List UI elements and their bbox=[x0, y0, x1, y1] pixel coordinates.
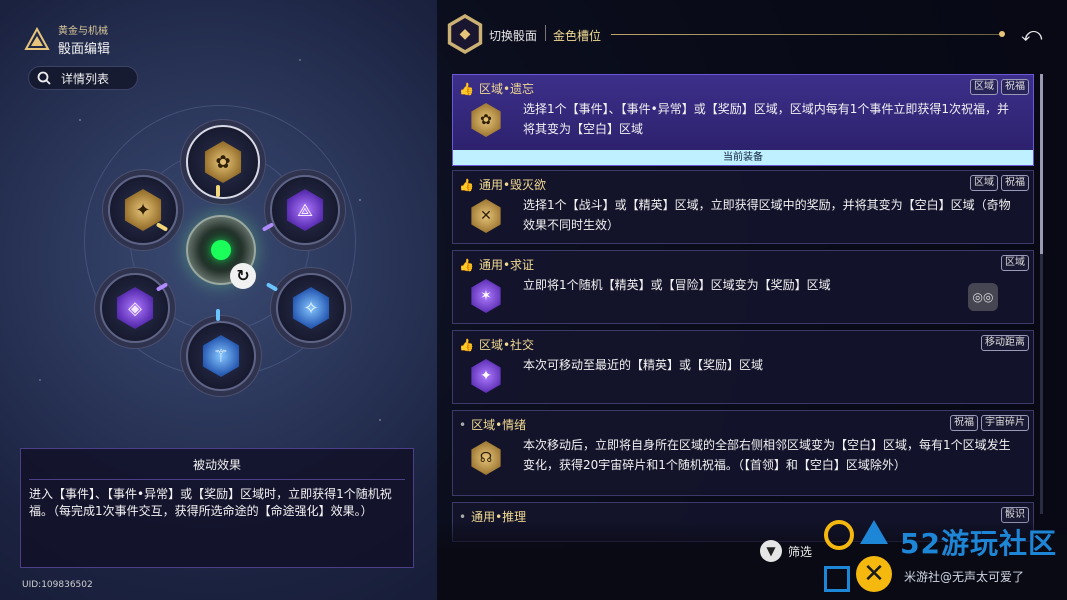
page-subtitle: 黄金与机械 bbox=[58, 26, 108, 37]
uid-label: UID:109836502 bbox=[22, 580, 93, 590]
card-title: 区域•情绪 bbox=[471, 418, 527, 432]
tag-label: 宇宙碎片 bbox=[981, 415, 1029, 431]
tag-label: 区域 bbox=[1001, 255, 1029, 271]
passive-effect-body: 进入【事件】、【事件•异常】或【奖励】区域时，立即获得1个随机祝福。（每完成1次… bbox=[29, 487, 392, 518]
destruction-face-icon: ✕ bbox=[471, 199, 501, 233]
card-title: 区域•遗忘 bbox=[478, 82, 535, 96]
oblivion-face-icon: ✿ bbox=[204, 141, 242, 183]
tag-label: 区域 bbox=[970, 175, 998, 191]
dice-face-card-emotion[interactable]: • 区域•情绪 祝福 宇宙碎片 ☊ 本次移动后，立即将自身所在区域的全部右侧相邻区… bbox=[452, 410, 1034, 496]
connector-bottom bbox=[216, 309, 220, 321]
card-title: 区域•社交 bbox=[478, 338, 535, 352]
gamepad-badge-icon: ◎◎ bbox=[968, 283, 998, 311]
dice-face-card-social[interactable]: 👍 区域•社交 移动距离 ✦ 本次可移动至最近的【精英】或【奖励】区域 bbox=[452, 330, 1034, 404]
slot-dot bbox=[999, 31, 1005, 37]
divider bbox=[545, 25, 546, 41]
nihility-face-icon: ◈ bbox=[116, 287, 154, 329]
triangle-button-icon bbox=[860, 520, 888, 544]
tag-label: 祝福 bbox=[950, 415, 978, 431]
dice-face-card-verification[interactable]: 👍 通用•求证 区域 ✶ 立即将1个随机【精英】或【冒险】区域变为【奖励】区域 bbox=[452, 250, 1034, 324]
refresh-icon[interactable]: ↻ bbox=[230, 263, 256, 289]
card-title: 通用•毁灭欲 bbox=[478, 178, 547, 192]
dice-face-wheel: ✿ ✦ ⟁ ◈ ✧ ⚚ ↻ bbox=[0, 95, 440, 425]
search-icon bbox=[37, 71, 51, 85]
back-arrow-icon[interactable]: ⤺ bbox=[1021, 22, 1042, 46]
filter-label: 筛选 bbox=[788, 544, 813, 559]
details-list-label: 详情列表 bbox=[61, 71, 110, 86]
card-title: 通用•求证 bbox=[478, 258, 535, 272]
card-description: 选择1个【事件】、【事件•异常】或【奖励】区域，区域内每有1个事件立即获得1次祝… bbox=[523, 102, 1009, 136]
dice-face-card-oblivion[interactable]: 👍 区域•遗忘 区域 祝福 ✿ 选择1个【事件】、【事件•异常】或【奖励】区域，区… bbox=[452, 74, 1034, 166]
square-button-icon bbox=[824, 566, 850, 592]
card-description: 选择1个【战斗】或【精英】区域，立即获得区域中的奖励，并将其变为【空白】区域（奇… bbox=[523, 198, 1011, 232]
switch-dice-face-button[interactable]: ◆ bbox=[447, 14, 483, 54]
bullet-dot-icon: • bbox=[459, 417, 467, 432]
oblivion-face-icon: ✿ bbox=[471, 103, 501, 137]
dice-face-upper-right[interactable]: ⟁ bbox=[270, 175, 340, 245]
page-title: 骰面编辑 bbox=[58, 42, 111, 57]
filter-icon: ▼ bbox=[760, 540, 782, 562]
tag-label: 区域 bbox=[970, 79, 998, 95]
tag-label: 移动距离 bbox=[981, 335, 1029, 351]
cross-button-icon: ✕ bbox=[856, 556, 892, 592]
passive-effect-panel: 被动效果 进入【事件】、【事件•异常】或【奖励】区域时，立即获得1个随机祝福。（… bbox=[20, 448, 414, 568]
tag-label: 祝福 bbox=[1001, 79, 1029, 95]
switch-dice-face-label[interactable]: 切换骰面 bbox=[489, 27, 537, 44]
dice-face-upper-left[interactable]: ✦ bbox=[108, 175, 178, 245]
switch-dice-icon: ◆ bbox=[451, 18, 479, 50]
watermark-brand: 52游玩社区 bbox=[900, 527, 1057, 560]
details-list-button[interactable]: 详情列表 bbox=[28, 66, 138, 90]
dice-face-lower-left[interactable]: ◈ bbox=[100, 273, 170, 343]
tag-label: 祝福 bbox=[1001, 175, 1029, 191]
dice-face-bottom[interactable]: ⚚ bbox=[186, 321, 256, 391]
circle-button-icon bbox=[824, 520, 854, 550]
void-face-icon: ⟁ bbox=[286, 189, 324, 231]
card-description: 立即将1个随机【精英】或【冒险】区域变为【奖励】区域 bbox=[523, 278, 831, 292]
dice-face-card-destruction[interactable]: 👍 通用•毁灭欲 区域 祝福 ✕ 选择1个【战斗】或【精英】区域，立即获得区域中的… bbox=[452, 170, 1034, 244]
currently-equipped-bar: 当前装备 bbox=[453, 150, 1033, 165]
hunt-face-icon: ⚚ bbox=[202, 335, 240, 377]
thumb-up-icon: 👍 bbox=[459, 337, 474, 352]
filter-button[interactable]: ▼ 筛选 bbox=[760, 540, 812, 562]
social-face-icon: ✦ bbox=[471, 359, 501, 393]
card-description: 本次移动后，立即将自身所在区域的全部右侧相邻区域变为【空白】区域，每有1个区域发… bbox=[523, 438, 1011, 472]
emotion-face-icon: ☊ bbox=[471, 441, 501, 475]
dice-core-glow bbox=[211, 240, 231, 260]
connector-top bbox=[216, 185, 220, 197]
watermark-subtext: 米游社@无声太可爱了 bbox=[904, 570, 1025, 584]
scrollbar-thumb[interactable] bbox=[1040, 74, 1043, 254]
verification-face-icon: ✶ bbox=[471, 279, 501, 313]
page-title-block: 黄金与机械 骰面编辑 bbox=[24, 22, 110, 57]
site-watermark: ✕ 52游玩社区 米游社@无声太可爱了 bbox=[820, 518, 1067, 600]
gold-mech-emblem-icon bbox=[24, 26, 50, 50]
thumb-up-icon: 👍 bbox=[459, 81, 474, 96]
dice-face-top-selected[interactable]: ✿ bbox=[186, 125, 260, 199]
abundance-face-icon: ✧ bbox=[292, 287, 330, 329]
thumb-up-icon: 👍 bbox=[459, 177, 474, 192]
dice-face-lower-right[interactable]: ✧ bbox=[276, 273, 346, 343]
card-description: 本次可移动至最近的【精英】或【奖励】区域 bbox=[523, 358, 764, 372]
passive-effect-heading: 被动效果 bbox=[192, 458, 241, 472]
top-bar: ◆ 切换骰面 金色槽位 ⤺ bbox=[437, 12, 1067, 58]
golden-slot-label: 金色槽位 bbox=[553, 29, 602, 43]
thumb-up-icon: 👍 bbox=[459, 257, 474, 272]
slot-line bbox=[611, 34, 1001, 35]
